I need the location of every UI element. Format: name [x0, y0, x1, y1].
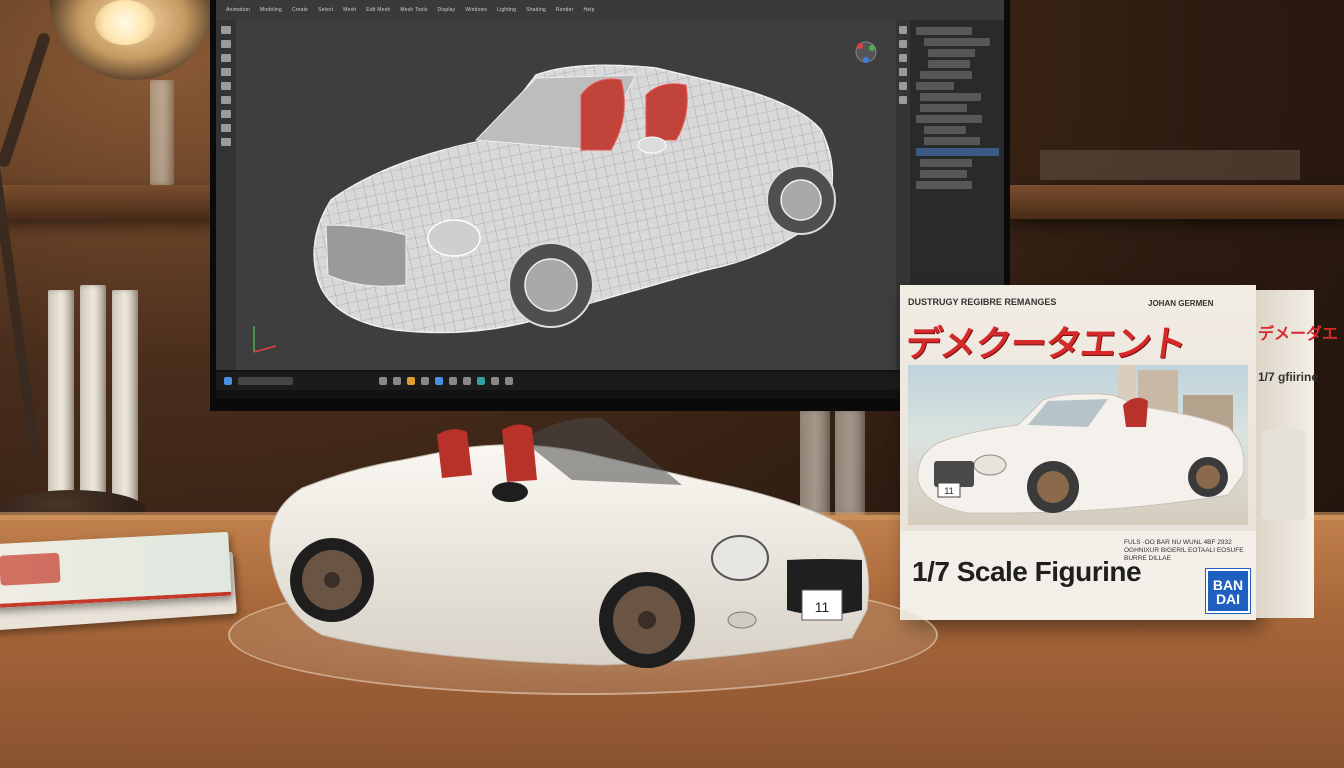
menu-item[interactable]: Shading [526, 7, 546, 13]
outliner-row[interactable] [920, 93, 982, 101]
3d-viewport[interactable] [236, 20, 896, 370]
outliner-row[interactable] [916, 27, 973, 35]
panel-icon[interactable] [899, 40, 907, 48]
panel-icon[interactable] [899, 68, 907, 76]
panel-icon[interactable] [899, 82, 907, 90]
scene: Animation Modeling Create Select Mesh Ed… [0, 0, 1344, 768]
box-japanese-title: デメクータエント [902, 324, 1189, 365]
app-icon[interactable] [379, 377, 387, 385]
outliner-row[interactable] [924, 137, 981, 145]
menu-item[interactable]: Edit Mesh [366, 7, 390, 13]
app-icon[interactable] [505, 377, 513, 385]
menu-item[interactable]: Display [438, 7, 456, 13]
lamp-arm [0, 160, 41, 460]
brand-logo: BAN DAI [1205, 568, 1251, 614]
box-title: 1/7 Scale Figurine [912, 556, 1142, 587]
lamp-arm [0, 31, 52, 169]
brand-logo-line2: DAI [1215, 591, 1241, 607]
app-icon[interactable] [491, 377, 499, 385]
pencil-tool-icon[interactable] [221, 138, 231, 146]
box-top-right-text: JOHAN GERMEN [1148, 299, 1214, 308]
box-license-plate: 11 [944, 486, 953, 496]
box-side-car-art [1262, 430, 1306, 520]
snap-tool-icon[interactable] [221, 110, 231, 118]
magazine-cover-art [0, 552, 61, 586]
outliner-row[interactable] [928, 60, 971, 68]
menu-item[interactable]: Modeling [260, 7, 282, 13]
camera-tool-icon[interactable] [221, 124, 231, 132]
outliner-row[interactable] [920, 104, 967, 112]
scale-tool-icon[interactable] [221, 68, 231, 76]
browser-icon[interactable] [435, 377, 443, 385]
menu-item[interactable]: Render [556, 7, 574, 13]
outliner-row[interactable] [916, 82, 954, 90]
view-cube-icon[interactable] [846, 32, 886, 72]
outliner-row[interactable] [916, 115, 982, 123]
panel-icon[interactable] [899, 54, 907, 62]
right-shelf [1010, 185, 1344, 219]
app-icon[interactable] [421, 377, 429, 385]
axis-gizmo [253, 326, 277, 353]
outliner-row-selected[interactable] [916, 148, 999, 156]
start-icon[interactable] [224, 377, 232, 385]
taskbar [216, 372, 1004, 390]
app-icon[interactable] [463, 377, 471, 385]
brand-logo-line1: BAN [1212, 577, 1244, 593]
menu-bar: Animation Modeling Create Select Mesh Ed… [216, 0, 1004, 20]
wireframe-car-model [313, 64, 836, 334]
outliner-row[interactable] [924, 38, 990, 46]
lamp-bulb [95, 0, 155, 45]
box-car-artwork: 11 [908, 365, 1248, 525]
tool-palette [216, 20, 236, 370]
box-top-text: DUSTRUGY REGIBRE REMANGES [908, 297, 1057, 307]
outliner-row[interactable] [920, 159, 972, 167]
product-box-front: DUSTRUGY REGIBRE REMANGES JOHAN GERMEN 1… [900, 285, 1256, 620]
app-icon[interactable] [393, 377, 401, 385]
magazine [0, 531, 232, 609]
box-small-print: FULS -OO BAR NU WUNL 4BF 2932 OGHNIXUR B… [1124, 539, 1244, 562]
menu-item[interactable]: Mesh [343, 7, 356, 13]
model-license-plate: 11 [815, 599, 830, 615]
outliner-row[interactable] [924, 126, 967, 134]
box-side-scale: 1/7 gfiirine [1258, 370, 1319, 384]
app-icon[interactable] [449, 377, 457, 385]
product-box-side: デメーダエ 1/7 gfiirine [1256, 290, 1338, 618]
outliner-row[interactable] [920, 71, 972, 79]
move-tool-icon[interactable] [221, 40, 231, 48]
rotate-tool-icon[interactable] [221, 54, 231, 62]
panel-icon[interactable] [899, 26, 907, 34]
menu-item[interactable]: Create [292, 7, 308, 13]
menu-item[interactable]: Windows [465, 7, 487, 13]
paint-tool-icon[interactable] [221, 96, 231, 104]
select-tool-icon[interactable] [221, 26, 231, 34]
shelf-books [1040, 150, 1300, 180]
panel-icon[interactable] [899, 96, 907, 104]
desk-lamp [0, 0, 220, 540]
monitor: Animation Modeling Create Select Mesh Ed… [210, 0, 1010, 405]
menu-item[interactable]: Animation [226, 7, 250, 13]
menu-item[interactable]: Lighting [497, 7, 516, 13]
box-car-illustration: 11 [917, 365, 1245, 514]
menu-item[interactable]: Mesh Tools [400, 7, 427, 13]
menu-item[interactable]: Help [584, 7, 595, 13]
menu-item[interactable]: Select [318, 7, 333, 13]
outliner-row[interactable] [916, 181, 973, 189]
outliner-row[interactable] [928, 49, 975, 57]
outliner-row[interactable] [920, 170, 967, 178]
box-side-japanese: デメーダエ [1258, 324, 1339, 343]
model-car-figurine: 11 [269, 417, 870, 668]
folder-icon[interactable] [407, 377, 415, 385]
app-icon[interactable] [477, 377, 485, 385]
taskbar-search[interactable] [238, 377, 293, 385]
lasso-tool-icon[interactable] [221, 82, 231, 90]
